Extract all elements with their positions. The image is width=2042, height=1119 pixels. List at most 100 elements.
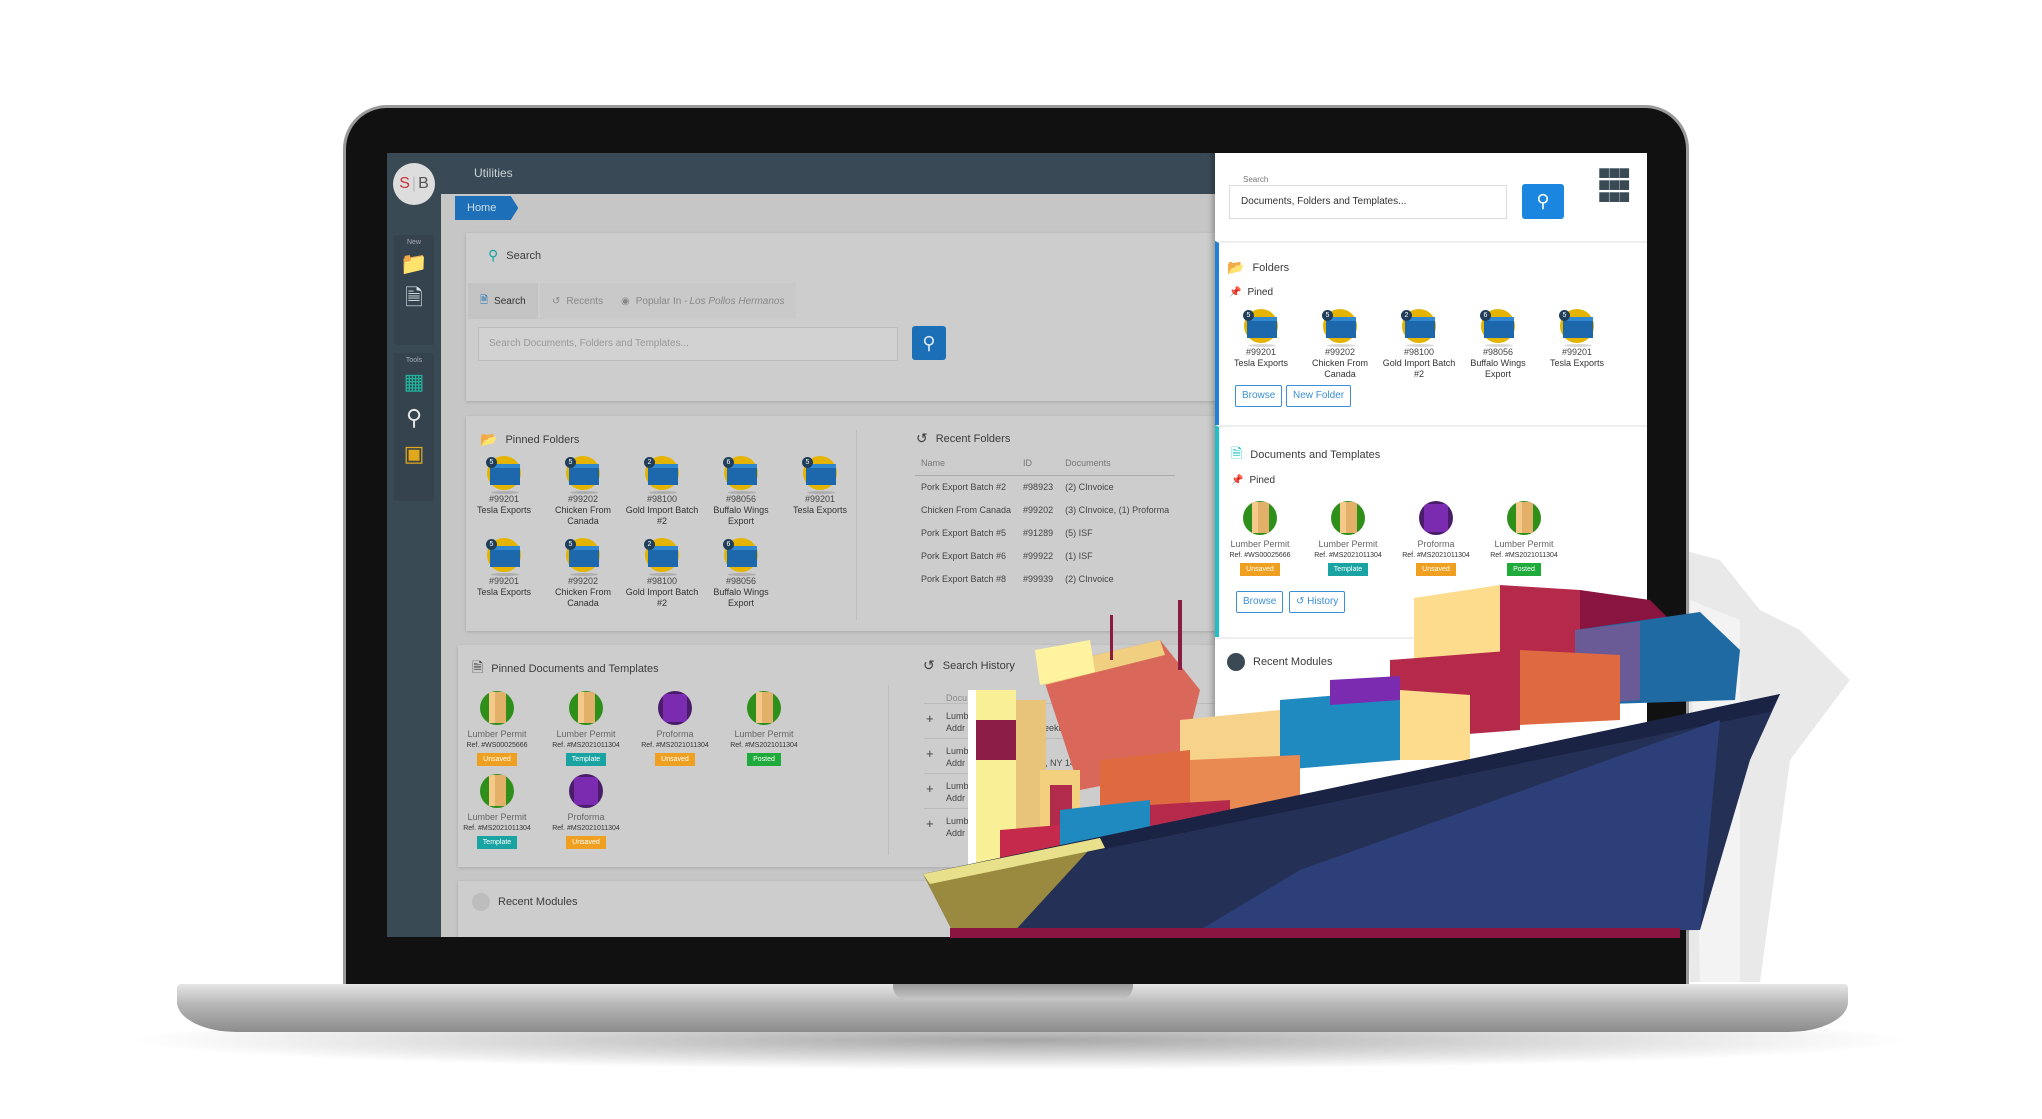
document-item[interactable]: Lumber Permit Ref. #MS2021011304 Template [543, 691, 629, 766]
document-item[interactable]: Proforma Ref. #MS2021011304 Unsaved [543, 774, 629, 849]
history-button[interactable]: ↺ History [1289, 591, 1346, 613]
folder-name: Chicken From Canada [554, 587, 611, 608]
document-item[interactable]: Lumber Permit Ref. #WS00025666 Unsaved [454, 691, 540, 766]
folder-icon: 5 [802, 456, 837, 494]
search-label: Search [1243, 175, 1269, 184]
table-row[interactable]: Pork Export Batch #5 #91289 (5) ISF [915, 521, 1175, 544]
expand-icon[interactable]: + [926, 817, 934, 830]
table-cell: Chicken From Canada [921, 504, 1012, 515]
folder-item[interactable]: 2 #98100 Gold Import Batch #2 [1379, 309, 1459, 380]
status-badge: Unsaved [1416, 563, 1456, 576]
document-item[interactable]: Lumber Permit Ref. #MS2021011304 Posted [1481, 501, 1567, 576]
search-input[interactable]: Search Documents, Folders and Templates.… [478, 327, 898, 361]
folder-count-badge: 2 [644, 539, 655, 550]
folder-body [1326, 317, 1356, 338]
breadcrumb-home[interactable]: Home [455, 196, 519, 220]
new-label: New [406, 239, 421, 246]
document-item[interactable]: Lumber Permit Ref. #MS2021011304 Posted [721, 691, 807, 766]
panel-search-button[interactable]: ⚲ [1522, 184, 1564, 219]
lumber-permit-icon [569, 691, 603, 725]
folder-item[interactable]: 2 #98100 Gold Import Batch #2 [622, 456, 702, 527]
document-glyph [1424, 504, 1448, 532]
folder-count-badge: 2 [1401, 310, 1412, 321]
table-row[interactable]: Pork Export Batch #8 #99939 (2) CInvoice [915, 567, 1175, 590]
folder-item[interactable]: 6 #98056 Buffalo Wings Export [701, 538, 781, 609]
expand-icon[interactable]: + [926, 782, 934, 795]
folder-count-badge: 5 [1322, 310, 1333, 321]
folder-item[interactable]: 6 #98056 Buffalo Wings Export [1458, 309, 1538, 380]
open-folder-icon: 📂 [480, 431, 498, 447]
document-ref: Ref. #MS2021011304 [552, 742, 620, 749]
folder-name: Tesla Exports [1549, 358, 1605, 368]
folder-count-badge: 6 [723, 539, 734, 550]
column-header: Name [915, 452, 1018, 476]
folder-item[interactable]: 5 #99201 Tesla Exports [1537, 309, 1617, 369]
search-history-row[interactable]: + Lumb Consignee Addr Union Rd, Cheektowag… [924, 703, 1224, 738]
search-history-row[interactable]: + Lumb Addr [924, 808, 1224, 843]
document-glyph [578, 692, 595, 723]
pinned-label: Pined [1247, 287, 1274, 298]
folder-icon: 5 [486, 456, 521, 494]
tab-recents[interactable]: ↺ Recents [540, 283, 616, 319]
folder-item[interactable]: 5 #99201 Tesla Exports [780, 456, 860, 516]
table-row[interactable]: Pork Export Batch #2 #98923 (2) CInvoice [915, 475, 1175, 498]
document-name: Lumber Permit [1230, 539, 1290, 549]
folder-count-badge: 5 [1243, 310, 1254, 321]
tab-popular[interactable]: ◉ Popular In - Los Pollos Hermanos [609, 283, 797, 319]
browse-folders-button[interactable]: Browse [1235, 385, 1283, 407]
spreadsheet-icon[interactable]: ▦ [399, 364, 429, 400]
table-row[interactable]: Chicken From Canada #99202 (3) CInvoice, (… [915, 498, 1175, 521]
document-item[interactable]: Lumber Permit Ref. #MS2021011304 Template [454, 774, 540, 849]
folder-item[interactable]: 5 #99201 Tesla Exports [464, 456, 544, 516]
tab-search[interactable]: 🗎 Search [468, 283, 538, 319]
new-folder-icon[interactable]: 📁 [399, 246, 429, 282]
apps-grid-icon[interactable]: ■■■ ■■■ ■■■ [1598, 163, 1630, 207]
folder-name: Buffalo Wings Export [713, 587, 769, 608]
search-history-row[interactable]: + Lumb Addr Cheektowaga, NY 14 [924, 738, 1224, 773]
search-icon: ⚲ [922, 332, 936, 353]
folder-icon: 5 [486, 538, 521, 576]
document-glyph [1516, 502, 1533, 533]
history-line-2: Addr [946, 828, 966, 838]
toolbox-icon[interactable]: ▣ [399, 436, 429, 472]
new-document-icon[interactable]: 🗎 [399, 282, 429, 318]
document-glyph [1340, 502, 1357, 533]
folder-item[interactable]: 5 #99202 Chicken From Canada [543, 538, 623, 609]
search-icon[interactable]: ⚲ [399, 400, 429, 436]
table-cell: Pork Export Batch #2 [921, 481, 1007, 492]
folder-shadow [1248, 344, 1276, 347]
folder-icon: 2 [644, 456, 679, 494]
folder-shadow [570, 573, 598, 576]
folder-item[interactable]: 6 #98056 Buffalo Wings Export [701, 456, 781, 527]
folder-count-badge: 5 [802, 457, 813, 468]
folder-shadow [807, 491, 835, 494]
proforma-icon [658, 691, 692, 725]
document-item[interactable]: Lumber Permit Ref. #WS00025666 Unsaved [1217, 501, 1303, 576]
quick-search-panel: Search Documents, Folders and Templates.… [1215, 153, 1647, 937]
document-item[interactable]: Lumber Permit Ref. #MS2021011304 Template [1305, 501, 1391, 576]
folder-item[interactable]: 5 #99201 Tesla Exports [464, 538, 544, 598]
folder-icon: 2 [644, 538, 679, 576]
document-item[interactable]: Proforma Ref. #MS2021011304 Unsaved [632, 691, 718, 766]
document-name: Lumber Permit [467, 812, 527, 822]
folder-icon: 5 [1243, 309, 1278, 347]
search-card-title: Search [506, 249, 542, 262]
logo[interactable]: S | B [393, 163, 435, 205]
folder-item[interactable]: 5 #99202 Chicken From Canada [1300, 309, 1380, 380]
document-item[interactable]: Proforma Ref. #MS2021011304 Unsaved [1393, 501, 1479, 576]
document-ref: Ref. #MS2021011304 [552, 825, 620, 832]
search-history-row[interactable]: + Lumb Addr [924, 773, 1224, 808]
lumber-permit-icon [1243, 501, 1277, 535]
table-row[interactable]: Pork Export Batch #6 #99922 (1) ISF [915, 544, 1175, 567]
browse-docs-button[interactable]: Browse [1236, 591, 1284, 613]
new-folder-button[interactable]: New Folder [1286, 385, 1352, 407]
panel-search-input[interactable]: Documents, Folders and Templates... [1229, 185, 1507, 219]
expand-icon[interactable]: + [926, 712, 934, 725]
folder-id: #99201 [1561, 347, 1593, 357]
folder-item[interactable]: 5 #99201 Tesla Exports [1221, 309, 1301, 369]
expand-icon[interactable]: + [926, 747, 934, 760]
folder-item[interactable]: 5 #99202 Chicken From Canada [543, 456, 623, 527]
folder-item[interactable]: 2 #98100 Gold Import Batch #2 [622, 538, 702, 609]
document-ref: Ref. #WS00025666 [466, 742, 528, 749]
search-button[interactable]: ⚲ [912, 326, 946, 360]
